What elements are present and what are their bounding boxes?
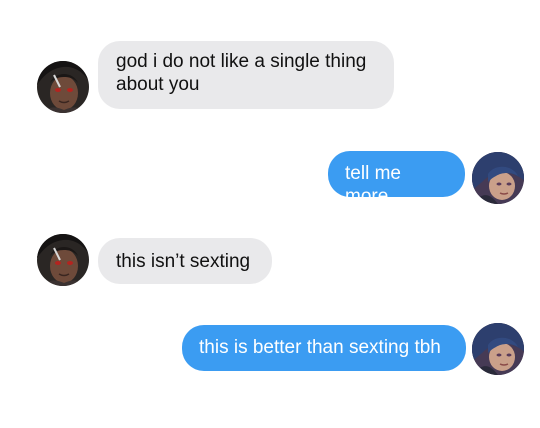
message-bubble[interactable]: this is better than sexting tbh xyxy=(182,325,466,371)
avatar-dark-portrait-icon xyxy=(37,234,89,286)
message-bubble[interactable]: god i do not like a single thing about y… xyxy=(98,41,394,109)
user-avatar[interactable] xyxy=(472,152,524,204)
user-avatar[interactable] xyxy=(472,323,524,375)
avatar-blue-hair-portrait-icon xyxy=(472,323,524,375)
avatar-blue-hair-portrait-icon xyxy=(472,152,524,204)
message-bubble[interactable]: tell me more xyxy=(328,151,465,207)
message-thread: god i do not like a single thing about y… xyxy=(0,0,540,428)
contact-avatar[interactable] xyxy=(37,61,89,113)
avatar-dark-portrait-icon xyxy=(37,61,89,113)
contact-avatar[interactable] xyxy=(37,234,89,286)
message-bubble[interactable]: this isn’t sexting xyxy=(98,238,272,284)
